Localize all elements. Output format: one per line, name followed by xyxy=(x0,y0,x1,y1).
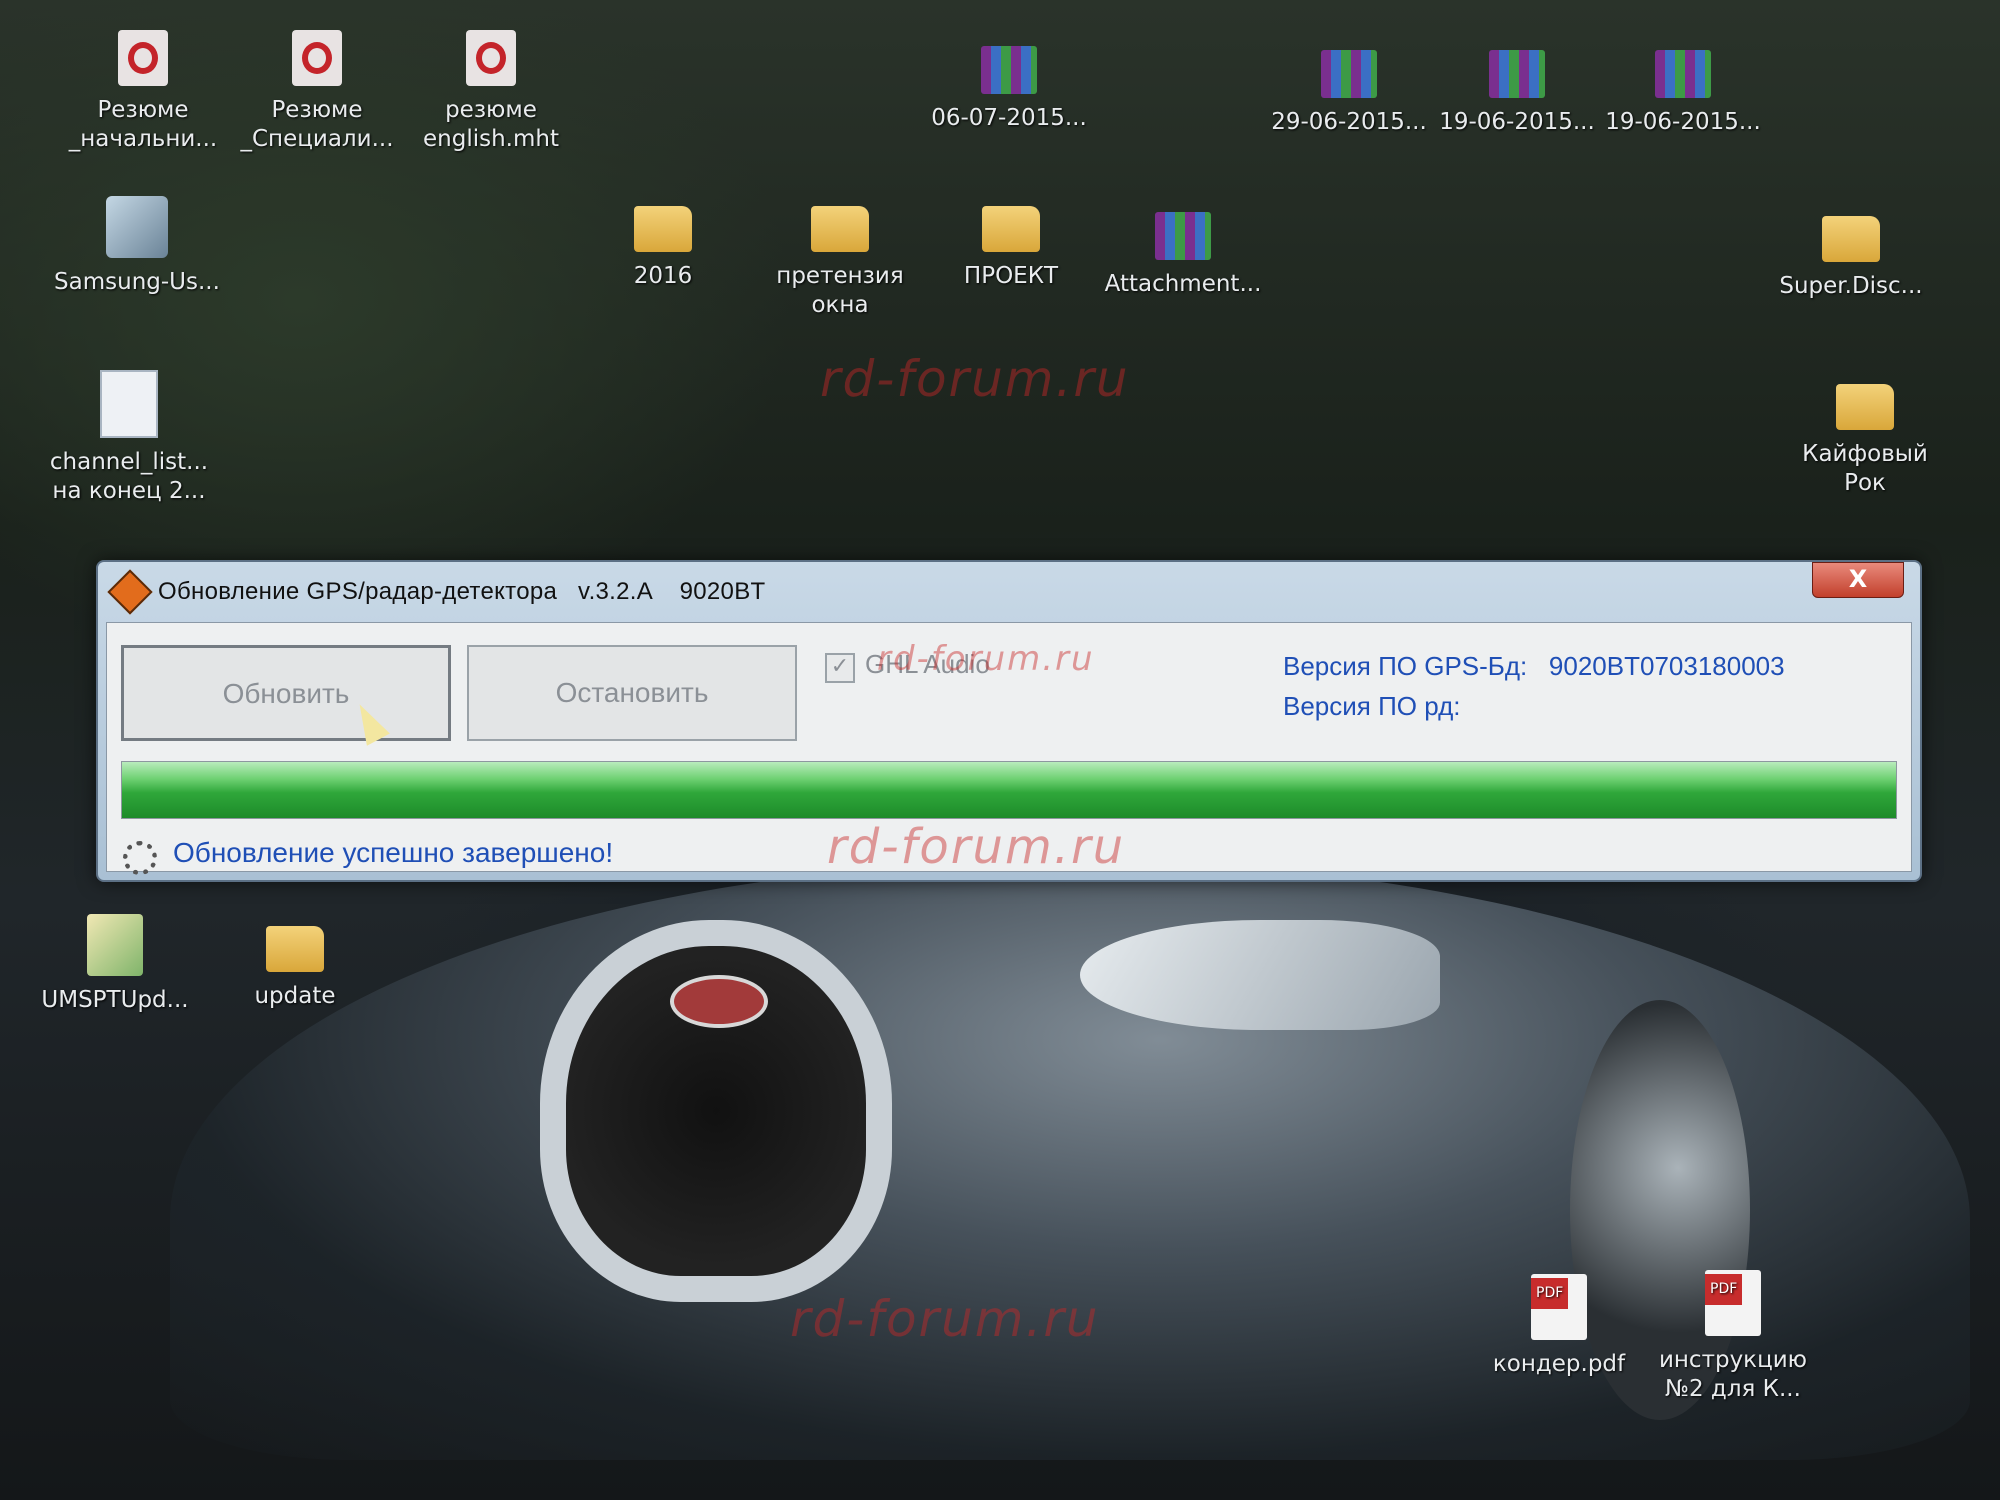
desktop-icon-archive-06-07[interactable]: 06-07-2015... xyxy=(924,46,1094,133)
desktop-icon-label: Кайфовый Рок xyxy=(1802,441,1928,496)
archive-icon xyxy=(1155,212,1211,260)
document-icon xyxy=(100,370,158,438)
desktop-icon-resume-specialist[interactable]: Резюме _Специали... xyxy=(232,30,402,154)
desktop-icon-label: 06-07-2015... xyxy=(931,105,1087,131)
desktop-icon-resume-english[interactable]: резюме english.mht xyxy=(406,30,576,154)
busy-spinner-icon xyxy=(123,841,157,875)
folder-icon xyxy=(1836,384,1894,430)
wallpaper-car-badge xyxy=(670,975,768,1028)
setup-installer-icon xyxy=(106,196,168,258)
update-button[interactable]: Обновить xyxy=(121,645,451,741)
gps-db-version-label: Версия ПО GPS-Бд: 9020BT0703180003 xyxy=(1283,651,1785,681)
status-message: Обновление успешно завершено! xyxy=(173,837,614,868)
desktop-icon-folder-pretenziya[interactable]: претензия окна xyxy=(755,206,925,320)
watermark: rd-forum.ru xyxy=(820,350,1130,408)
desktop-icon-superdisc[interactable]: Super.Disc... xyxy=(1766,216,1936,301)
desktop-icon-label: претензия окна xyxy=(776,263,904,318)
desktop-icon-label: Резюме _начальни... xyxy=(68,97,218,152)
desktop-icon-label: 19-06-2015... xyxy=(1439,109,1595,135)
installer-package-icon xyxy=(87,914,143,976)
desktop-icon-archive-29-06[interactable]: 29-06-2015... xyxy=(1264,50,1434,137)
update-progress-bar xyxy=(121,761,1897,819)
window-client-area: Обновить Остановить ✓ GHL Audio Версия П… xyxy=(106,622,1912,875)
desktop-icon-label: инструкцию №2 для К... xyxy=(1658,1347,1808,1402)
pdf-icon xyxy=(1531,1274,1587,1340)
desktop-icon-label: Samsung-Us... xyxy=(54,269,220,295)
watermark: rd-forum.ru xyxy=(877,639,1095,679)
desktop-icon-label: ПРОЕКТ xyxy=(963,263,1059,289)
desktop-icon-label: 19-06-2015... xyxy=(1605,109,1761,135)
desktop-icon-channel-list[interactable]: channel_list... на конец 2... xyxy=(44,370,214,506)
desktop-icon-label: Attachment... xyxy=(1104,271,1262,297)
rd-version-label: Версия ПО рд: xyxy=(1283,691,1461,721)
archive-icon xyxy=(1321,50,1377,98)
desktop-icon-label: 29-06-2015... xyxy=(1271,109,1427,135)
desktop-icon-attachment[interactable]: Attachment... xyxy=(1098,212,1268,299)
desktop-icon-archive-19-06-a[interactable]: 19-06-2015... xyxy=(1432,50,1602,137)
opera-document-icon xyxy=(466,30,516,86)
desktop-icon-label: резюме english.mht xyxy=(423,97,559,152)
app-warning-diamond-icon xyxy=(107,569,153,615)
desktop-icon-archive-19-06-b[interactable]: 19-06-2015... xyxy=(1598,50,1768,137)
desktop-icon-samsung[interactable]: Samsung-Us... xyxy=(52,196,222,297)
desktop-icon-folder-rock[interactable]: Кайфовый Рок xyxy=(1780,384,1950,498)
desktop-icon-label: UMSPTUpd... xyxy=(41,987,189,1013)
desktop-icon-resume-beginner[interactable]: Резюме _начальни... xyxy=(58,30,228,154)
desktop-icon-folder-proekt[interactable]: ПРОЕКТ xyxy=(926,206,1096,291)
folder-icon xyxy=(1822,216,1880,262)
pdf-icon xyxy=(1705,1270,1761,1336)
ghl-audio-checkbox[interactable]: ✓ xyxy=(825,653,855,683)
opera-document-icon xyxy=(118,30,168,86)
desktop-icon-konder-pdf[interactable]: кондер.pdf xyxy=(1474,1274,1644,1379)
progress-fill xyxy=(122,762,1896,818)
desktop-icon-label: update xyxy=(254,983,336,1009)
desktop-icon-label: Super.Disc... xyxy=(1779,273,1923,299)
opera-document-icon xyxy=(292,30,342,86)
archive-icon xyxy=(1655,50,1711,98)
watermark: rd-forum.ru xyxy=(827,819,1126,875)
archive-icon xyxy=(1489,50,1545,98)
watermark: rd-forum.ru xyxy=(790,1290,1100,1348)
folder-icon xyxy=(266,926,324,972)
archive-icon xyxy=(981,46,1037,94)
folder-icon xyxy=(811,206,869,252)
desktop-icon-label: Резюме _Специали... xyxy=(240,97,394,152)
desktop-icon-label: 2016 xyxy=(633,263,693,289)
close-button[interactable]: X xyxy=(1812,562,1904,598)
desktop-icon-instruktsiyu-pdf[interactable]: инструкцию №2 для К... xyxy=(1648,1270,1818,1404)
wallpaper-car-headlight xyxy=(1080,920,1440,1030)
stop-button[interactable]: Остановить xyxy=(467,645,797,741)
folder-icon xyxy=(634,206,692,252)
desktop-icon-update[interactable]: update xyxy=(210,926,380,1011)
desktop-icon-label: кондер.pdf xyxy=(1492,1351,1626,1377)
folder-icon xyxy=(982,206,1040,252)
desktop-icon-folder-2016[interactable]: 2016 xyxy=(578,206,748,291)
desktop-icon-label: channel_list... на конец 2... xyxy=(49,449,209,504)
desktop-icon-umsptupd[interactable]: UMSPTUpd... xyxy=(30,914,200,1015)
window-title: Обновление GPS/радар-детектора v.3.2.A 9… xyxy=(158,578,766,605)
